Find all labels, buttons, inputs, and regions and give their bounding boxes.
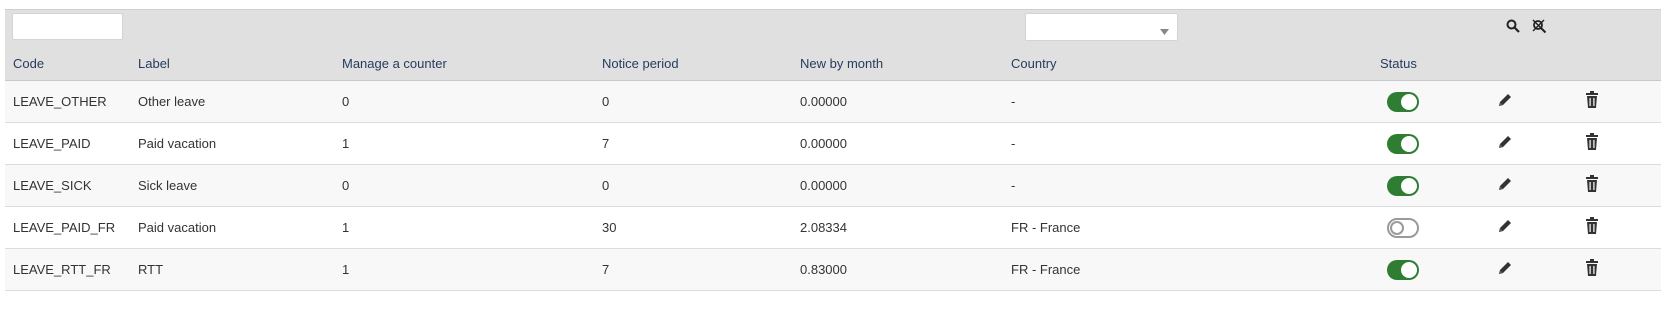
pencil-icon[interactable]	[1497, 92, 1513, 111]
cell-code: LEAVE_PAID_FR	[13, 220, 116, 235]
cell-country: FR - France	[1011, 220, 1081, 235]
toggle-knob	[1401, 262, 1417, 278]
status-toggle[interactable]	[1387, 260, 1419, 280]
clear-filter-icon[interactable]	[1532, 19, 1547, 37]
cell-notice-period: 7	[602, 136, 610, 151]
cell-label: Paid vacation	[138, 136, 217, 151]
cell-manage-counter: 0	[342, 94, 350, 109]
cell-label: Paid vacation	[138, 220, 217, 235]
status-toggle[interactable]	[1387, 92, 1419, 112]
status-toggle[interactable]	[1387, 218, 1419, 238]
cell-label: Other leave	[138, 94, 206, 109]
pencil-icon[interactable]	[1497, 134, 1513, 153]
caret-down-icon	[1160, 23, 1169, 38]
table-body: LEAVE_OTHER Other leave 0 0 0.00000 - LE…	[5, 81, 1661, 291]
column-header-new-by-month[interactable]: New by month	[800, 56, 883, 71]
status-toggle[interactable]	[1387, 134, 1419, 154]
cell-code: LEAVE_SICK	[13, 178, 92, 193]
toggle-knob	[1401, 178, 1417, 194]
toggle-knob	[1390, 221, 1404, 235]
cell-new-by-month: 0.00000	[800, 136, 847, 151]
cell-manage-counter: 1	[342, 220, 350, 235]
trash-icon[interactable]	[1585, 175, 1599, 195]
cell-notice-period: 0	[602, 178, 610, 193]
table-row: LEAVE_OTHER Other leave 0 0 0.00000 -	[5, 81, 1661, 123]
table-row: LEAVE_PAID_FR Paid vacation 1 30 2.08334…	[5, 207, 1661, 249]
cell-label: Sick leave	[138, 178, 198, 193]
cell-manage-counter: 0	[342, 178, 350, 193]
cell-country: -	[1011, 136, 1016, 151]
cell-code: LEAVE_PAID	[13, 136, 91, 151]
trash-icon[interactable]	[1585, 259, 1599, 279]
cell-country: FR - France	[1011, 262, 1081, 277]
column-header-status[interactable]: Status	[1380, 56, 1417, 71]
cell-new-by-month: 0.00000	[800, 178, 847, 193]
leave-types-table: Code Label Manage a counter Notice perio…	[5, 9, 1661, 291]
code-filter-input[interactable]	[12, 13, 123, 40]
pencil-icon[interactable]	[1497, 176, 1513, 195]
toggle-knob	[1401, 136, 1417, 152]
trash-icon[interactable]	[1585, 91, 1599, 111]
trash-icon[interactable]	[1585, 217, 1599, 237]
cell-country: -	[1011, 94, 1016, 109]
column-header-manage-counter[interactable]: Manage a counter	[342, 56, 447, 71]
table-row: LEAVE_RTT_FR RTT 1 7 0.83000 FR - France	[5, 249, 1661, 291]
cell-manage-counter: 1	[342, 136, 350, 151]
cell-notice-period: 30	[602, 220, 617, 235]
cell-new-by-month: 2.08334	[800, 220, 847, 235]
trash-icon[interactable]	[1585, 133, 1599, 153]
column-header-code[interactable]: Code	[13, 56, 44, 71]
filter-row	[5, 9, 1661, 45]
pencil-icon[interactable]	[1497, 260, 1513, 279]
toggle-knob	[1401, 94, 1417, 110]
column-header-label[interactable]: Label	[138, 56, 170, 71]
cell-country: -	[1011, 178, 1016, 193]
status-toggle[interactable]	[1387, 176, 1419, 196]
column-header-country[interactable]: Country	[1011, 56, 1057, 71]
table-row: LEAVE_PAID Paid vacation 1 7 0.00000 -	[5, 123, 1661, 165]
cell-new-by-month: 0.00000	[800, 94, 847, 109]
cell-label: RTT	[138, 262, 164, 277]
cell-notice-period: 7	[602, 262, 610, 277]
cell-code: LEAVE_RTT_FR	[13, 262, 111, 277]
cell-code: LEAVE_OTHER	[13, 94, 107, 109]
pencil-icon[interactable]	[1497, 218, 1513, 237]
cell-notice-period: 0	[602, 94, 610, 109]
search-icon[interactable]	[1506, 19, 1520, 36]
header-row: Code Label Manage a counter Notice perio…	[5, 45, 1661, 81]
table-row: LEAVE_SICK Sick leave 0 0 0.00000 -	[5, 165, 1661, 207]
cell-new-by-month: 0.83000	[800, 262, 847, 277]
country-filter-select[interactable]	[1025, 13, 1178, 41]
cell-manage-counter: 1	[342, 262, 350, 277]
column-header-notice-period[interactable]: Notice period	[602, 56, 679, 71]
